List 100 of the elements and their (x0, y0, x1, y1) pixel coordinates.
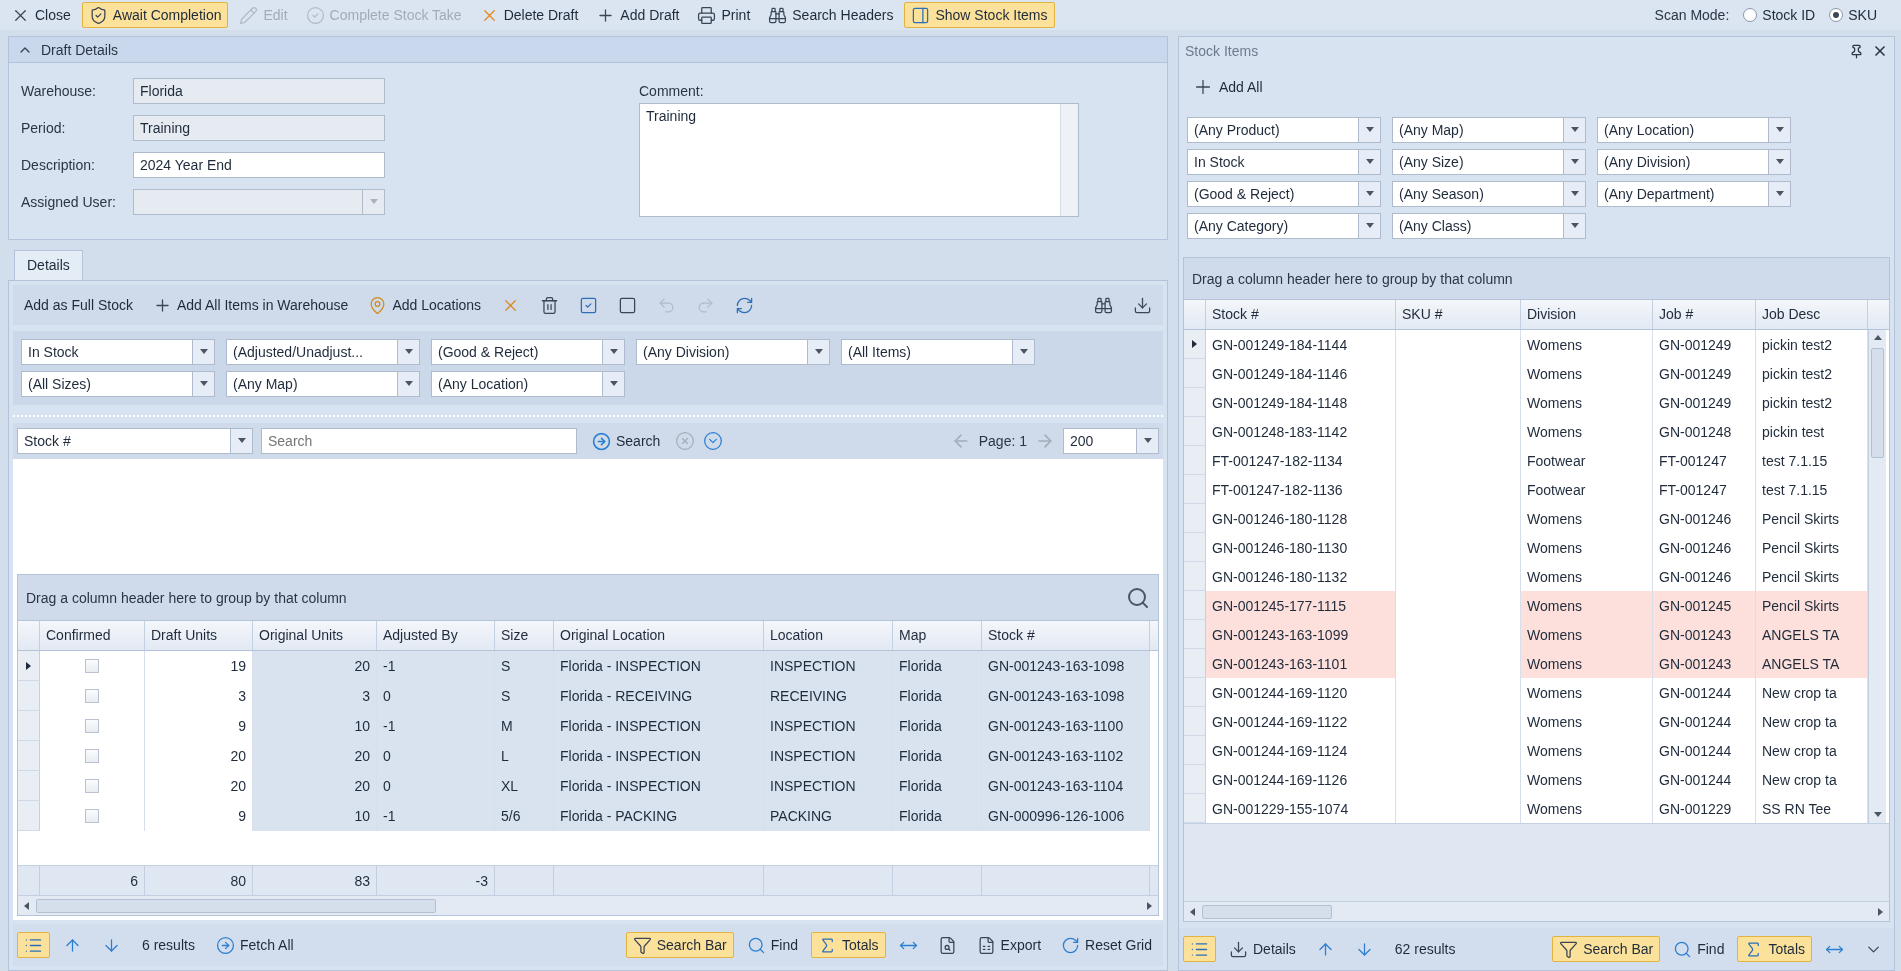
input-field[interactable]: 2024 Year End (133, 151, 385, 178)
radio-option[interactable]: Stock ID (1743, 7, 1816, 23)
column-header[interactable]: Stock # (1206, 300, 1396, 329)
add-all-button[interactable]: Add All Items in Warehouse (145, 292, 356, 318)
table-cell: Womens (1521, 620, 1653, 649)
dropdown[interactable]: (Good & Reject) (1187, 181, 1381, 207)
group-title: Draft Details (41, 41, 119, 58)
add-all-button[interactable]: Add All (1185, 74, 1270, 100)
column-header[interactable]: Location (764, 621, 893, 650)
column-header[interactable]: Job Desc (1756, 300, 1868, 329)
checkbox[interactable] (85, 779, 99, 793)
print-button[interactable]: Print (690, 2, 758, 28)
await-completion-button[interactable]: Await Completion (81, 2, 229, 28)
input-field[interactable]: Florida (133, 77, 385, 104)
checkbox[interactable] (85, 809, 99, 823)
dropdown[interactable]: (Any Department) (1597, 181, 1791, 207)
search-icon[interactable] (1126, 585, 1150, 610)
row-indicator[interactable] (1184, 330, 1206, 359)
dropdown[interactable]: In Stock (21, 339, 215, 365)
find-button[interactable]: Find (739, 932, 806, 958)
add-locations-button[interactable]: Add Locations (361, 292, 489, 318)
comment-field[interactable]: Training (639, 103, 1079, 217)
column-header[interactable]: Original Units (253, 621, 377, 650)
dropdown[interactable] (133, 188, 385, 215)
panel-icon (911, 5, 931, 25)
column-header[interactable]: Original Location (554, 621, 764, 650)
expand-button[interactable] (703, 431, 724, 451)
table-cell: GN-001243-163-1098 (982, 651, 1150, 681)
find-button[interactable]: Find (1666, 936, 1732, 962)
row-pointer-icon (24, 661, 33, 670)
search-field[interactable]: Search (261, 428, 577, 454)
scrollbar[interactable] (1184, 901, 1889, 921)
clear-button[interactable] (675, 431, 696, 451)
dropdown[interactable]: (All Sizes) (21, 371, 215, 397)
add-full-stock-button[interactable]: Add as Full Stock (17, 292, 140, 318)
dropdown[interactable]: (Good & Reject) (431, 339, 625, 365)
caret-icon (1775, 190, 1784, 198)
down-arrow-icon (1873, 811, 1882, 819)
list-view-button[interactable] (17, 932, 50, 958)
dropdown[interactable]: (Any Map) (226, 371, 420, 397)
dropdown[interactable]: (Any Division) (1597, 149, 1791, 175)
dropdown[interactable]: (Adjusted/Unadjust... (226, 339, 420, 365)
search-bar-button[interactable]: Search Bar (625, 932, 734, 958)
column-header[interactable]: Division (1521, 300, 1653, 329)
caret-icon (1570, 158, 1579, 166)
show-items-button[interactable]: Show Stock Items (904, 2, 1055, 28)
dropdown[interactable]: (Any Division) (636, 339, 830, 365)
checkbox[interactable] (85, 689, 99, 703)
checkbox[interactable] (85, 749, 99, 763)
column-header[interactable]: Job # (1653, 300, 1756, 329)
export-button[interactable]: Export (969, 932, 1049, 958)
table-cell: Florida (893, 741, 982, 771)
close-button[interactable] (1872, 43, 1888, 59)
dropdown[interactable]: (Any Location) (1597, 117, 1791, 143)
table-cell: Florida (893, 651, 982, 681)
radio-option[interactable]: SKU (1829, 7, 1877, 23)
dropdown[interactable]: (Any Class) (1392, 213, 1586, 239)
caret-icon (237, 437, 246, 445)
column-header[interactable]: Draft Units (145, 621, 253, 650)
dropdown[interactable]: In Stock (1187, 149, 1381, 175)
dropdown[interactable]: (Any Size) (1392, 149, 1586, 175)
fetch-all-button[interactable]: Fetch All (208, 932, 301, 958)
dropdown[interactable]: (Any Map) (1392, 117, 1586, 143)
delete-draft-button[interactable]: Delete Draft (472, 2, 586, 28)
totals-button[interactable]: Totals (1737, 936, 1812, 962)
table-cell: GN-001243 (1653, 649, 1756, 678)
checkbox[interactable] (85, 719, 99, 733)
list-view-button[interactable] (1183, 936, 1216, 962)
totals-button[interactable]: Totals (811, 932, 886, 958)
checkbox[interactable] (85, 659, 99, 673)
dropdown[interactable]: 200 (1063, 428, 1159, 454)
dropdown[interactable]: (Any Season) (1392, 181, 1586, 207)
search-icon (1673, 939, 1693, 959)
search-bar-button[interactable]: Search Bar (1552, 936, 1661, 962)
table-cell: 10 (253, 711, 377, 741)
dropdown[interactable]: (All Items) (841, 339, 1035, 365)
tab[interactable]: Details (14, 250, 83, 280)
add-draft-button[interactable]: Add Draft (589, 2, 687, 28)
input-field[interactable]: Training (133, 114, 385, 141)
search-headers-button[interactable]: Search Headers (761, 2, 901, 28)
column-header[interactable]: Stock # (982, 621, 1150, 650)
search-button[interactable]: Search (585, 428, 668, 454)
column-header[interactable]: Size (495, 621, 554, 650)
close-button[interactable]: Close (4, 2, 78, 28)
row-indicator[interactable] (18, 651, 40, 681)
column-header[interactable]: Map (893, 621, 982, 650)
column-header[interactable]: Confirmed (40, 621, 145, 650)
dropdown[interactable]: Stock # (17, 428, 253, 454)
dropdown[interactable]: (Any Category) (1187, 213, 1381, 239)
dropdown[interactable]: (Any Product) (1187, 117, 1381, 143)
dropdown[interactable]: (Any Location) (431, 371, 625, 397)
scrollbar[interactable] (18, 895, 1158, 915)
pin-button[interactable] (1849, 43, 1864, 59)
column-header[interactable]: SKU # (1396, 300, 1521, 329)
reset-grid-button[interactable]: Reset Grid (1054, 932, 1159, 958)
scrollbar[interactable] (1868, 330, 1886, 823)
details-button[interactable]: Details (1222, 936, 1303, 962)
column-header[interactable]: Adjusted By (377, 621, 495, 650)
caret-icon (1570, 190, 1579, 198)
scrollbar-thumb[interactable] (1871, 348, 1884, 458)
